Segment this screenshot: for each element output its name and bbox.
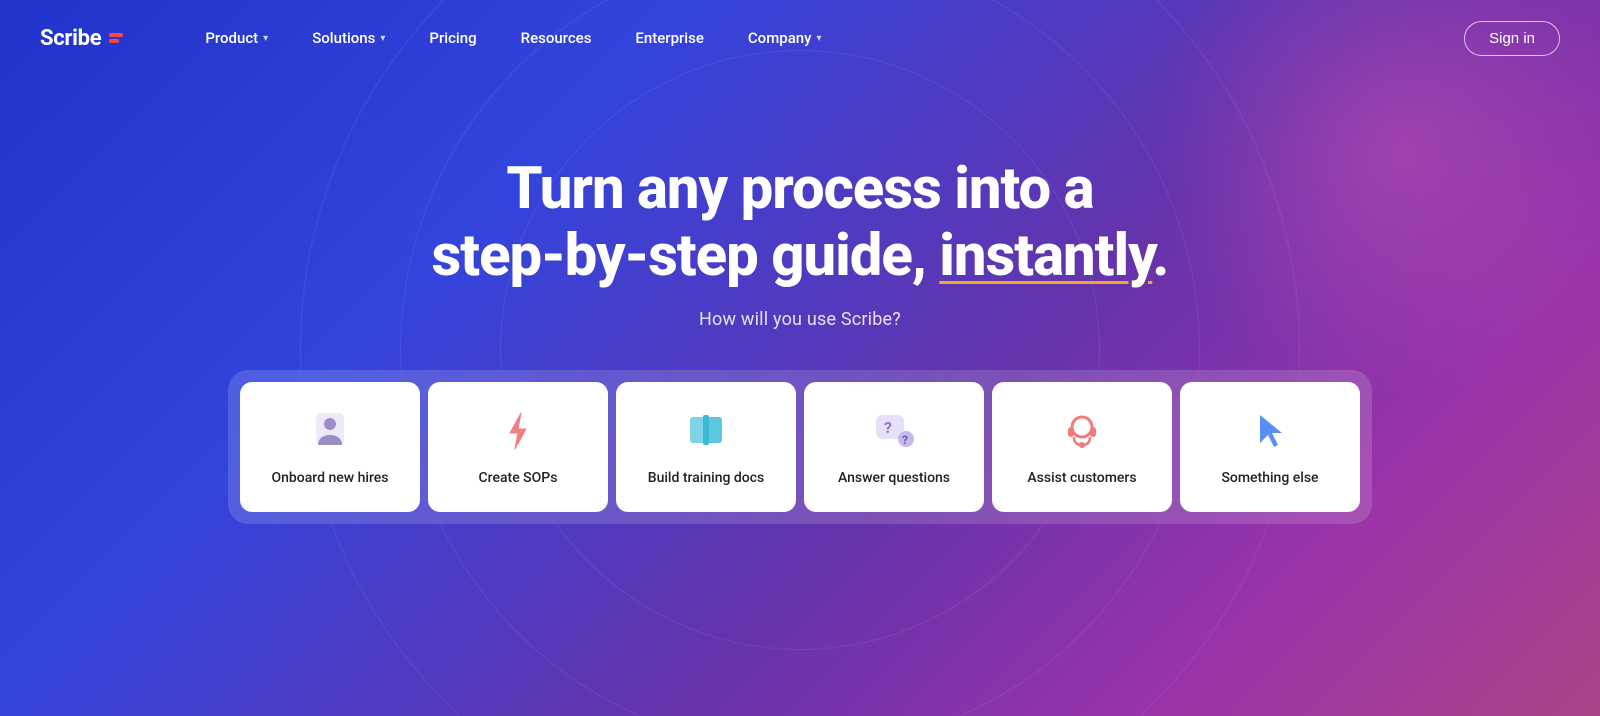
cursor-icon bbox=[1246, 407, 1294, 455]
sign-in-button[interactable]: Sign in bbox=[1464, 21, 1560, 56]
use-card-label-onboard: Onboard new hires bbox=[271, 469, 388, 487]
use-card-customers[interactable]: Assist customers bbox=[992, 382, 1172, 512]
use-card-label-training: Build training docs bbox=[648, 469, 765, 487]
hero-title: Turn any process into a step-by-step gui… bbox=[432, 156, 1169, 289]
use-card-else[interactable]: Something else bbox=[1180, 382, 1360, 512]
lightning-icon bbox=[494, 407, 542, 455]
hero-period: . bbox=[1152, 222, 1168, 290]
book-icon bbox=[682, 407, 730, 455]
use-card-label-sops: Create SOPs bbox=[479, 469, 558, 487]
nav-links: Product ▾ Solutions ▾ Pricing Resources … bbox=[183, 21, 1560, 56]
use-card-onboard[interactable]: Onboard new hires bbox=[240, 382, 420, 512]
hero-subtitle: How will you use Scribe? bbox=[699, 309, 901, 330]
use-cases-container: Onboard new hires Create SOPs Build trai… bbox=[228, 370, 1372, 524]
hero-section: Turn any process into a step-by-step gui… bbox=[0, 76, 1600, 330]
logo-text: Scribe bbox=[40, 26, 101, 51]
logo-icon bbox=[109, 33, 123, 43]
use-card-sops[interactable]: Create SOPs bbox=[428, 382, 608, 512]
use-card-questions[interactable]: ? ? Answer questions bbox=[804, 382, 984, 512]
nav-item-enterprise[interactable]: Enterprise bbox=[613, 21, 725, 55]
use-card-label-customers: Assist customers bbox=[1027, 469, 1136, 487]
use-card-training[interactable]: Build training docs bbox=[616, 382, 796, 512]
logo[interactable]: Scribe bbox=[40, 26, 123, 51]
use-card-label-questions: Answer questions bbox=[838, 469, 950, 487]
nav-item-solutions[interactable]: Solutions ▾ bbox=[290, 21, 407, 55]
hero-highlight: instantly bbox=[939, 222, 1152, 290]
hero-line1: Turn any process into a bbox=[506, 155, 1093, 223]
svg-text:?: ? bbox=[902, 433, 908, 447]
person-icon bbox=[306, 407, 354, 455]
hero-line2: step-by-step guide, bbox=[432, 222, 940, 290]
nav-item-company[interactable]: Company ▾ bbox=[726, 21, 844, 55]
chevron-down-icon: ▾ bbox=[263, 33, 268, 44]
chevron-down-icon: ▾ bbox=[380, 33, 385, 44]
navbar: Scribe Product ▾ Solutions ▾ Pricing Res… bbox=[0, 0, 1600, 76]
headset-icon bbox=[1058, 407, 1106, 455]
use-card-label-else: Something else bbox=[1221, 469, 1318, 487]
logo-bar-1 bbox=[109, 33, 123, 37]
chevron-down-icon: ▾ bbox=[816, 33, 821, 44]
nav-item-resources[interactable]: Resources bbox=[499, 21, 614, 55]
svg-text:?: ? bbox=[884, 418, 892, 437]
question-icon: ? ? bbox=[870, 407, 918, 455]
nav-item-product[interactable]: Product ▾ bbox=[183, 21, 290, 55]
nav-item-pricing[interactable]: Pricing bbox=[407, 21, 498, 55]
use-cases-wrapper: Onboard new hires Create SOPs Build trai… bbox=[0, 370, 1600, 524]
logo-bar-2 bbox=[109, 39, 119, 43]
